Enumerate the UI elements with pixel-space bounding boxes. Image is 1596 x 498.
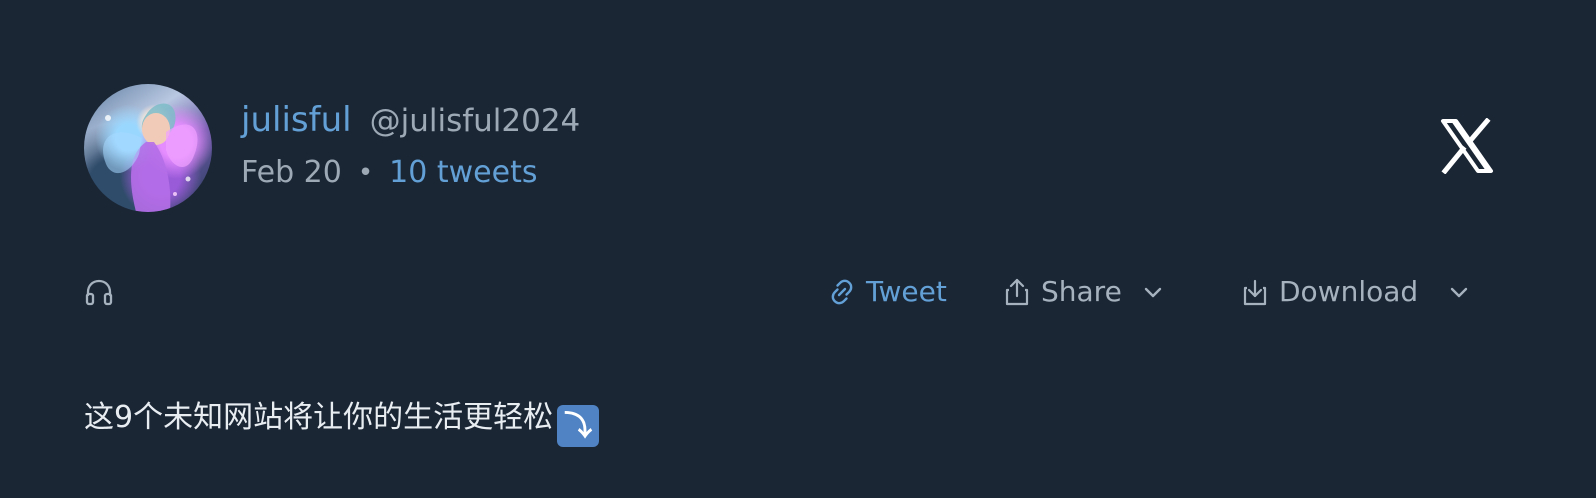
- download-button[interactable]: Download: [1240, 268, 1470, 316]
- share-button[interactable]: Share: [1002, 268, 1164, 316]
- avatar[interactable]: [84, 84, 212, 212]
- download-label: Download: [1279, 275, 1419, 308]
- author-meta: julisful @julisful2024 Feb 20 • 10 tweet…: [241, 98, 580, 193]
- arrow-down-emoji: ⤵: [557, 405, 600, 447]
- share-icon: [1005, 278, 1029, 306]
- tweet-link-label: Tweet: [866, 275, 947, 308]
- author-display-name[interactable]: julisful: [241, 98, 352, 142]
- fairy-avatar-image: [103, 103, 198, 212]
- tweet-date: Feb 20: [241, 155, 342, 190]
- link-icon: [831, 279, 853, 305]
- tweet-header: julisful @julisful2024 Feb 20 • 10 tweet…: [84, 84, 1524, 214]
- meta-separator: •: [357, 158, 374, 188]
- tweet-toolbar: Tweet Share Download: [84, 268, 1504, 316]
- author-name-row: julisful @julisful2024: [241, 98, 580, 143]
- tweet-content: 这9个未知网站将让你的生活更轻松 ⤵: [84, 392, 1504, 447]
- download-icon: [1243, 279, 1267, 306]
- headphones-icon[interactable]: [84, 277, 114, 307]
- x-logo-icon[interactable]: [1439, 118, 1495, 174]
- tweet-count-link[interactable]: 10 tweets: [389, 153, 537, 193]
- share-label: Share: [1041, 275, 1122, 308]
- tweet-info-row: Feb 20 • 10 tweets: [241, 153, 580, 193]
- chevron-down-icon[interactable]: [1448, 281, 1470, 303]
- author-handle[interactable]: @julisful2024: [370, 99, 581, 143]
- tweet-link-button[interactable]: Tweet: [827, 268, 947, 316]
- tweet-text: 这9个未知网站将让你的生活更轻松: [84, 400, 554, 435]
- chevron-down-icon[interactable]: [1142, 281, 1164, 303]
